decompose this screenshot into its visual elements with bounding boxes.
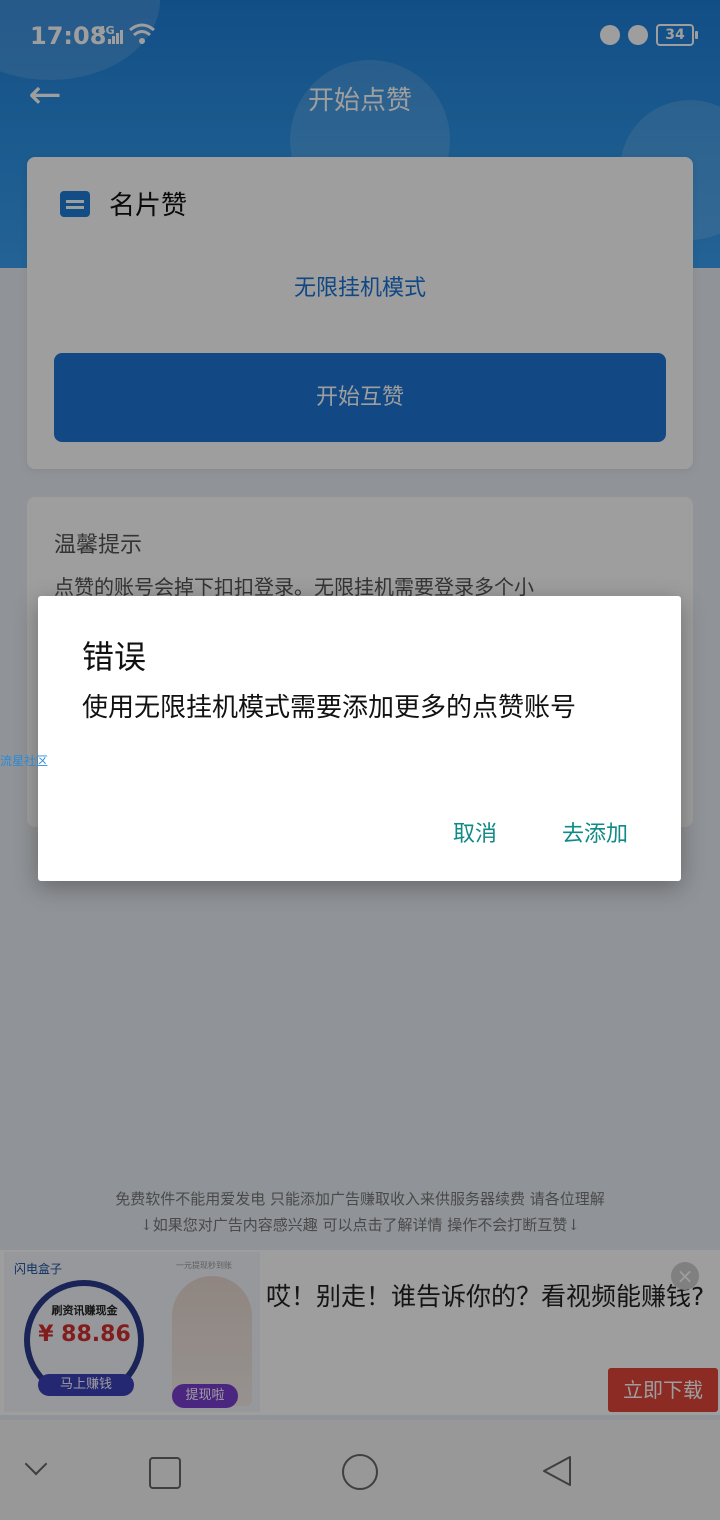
add-account-button[interactable]: 去添加 [552,812,638,852]
error-dialog: 错误 使用无限挂机模式需要添加更多的点赞账号 取消 去添加 [38,596,681,881]
watermark-text: 流星社区 [0,754,49,768]
cancel-button[interactable]: 取消 [443,812,507,852]
dialog-title: 错误 [82,638,147,676]
dialog-message: 使用无限挂机模式需要添加更多的点赞账号 [82,693,577,723]
